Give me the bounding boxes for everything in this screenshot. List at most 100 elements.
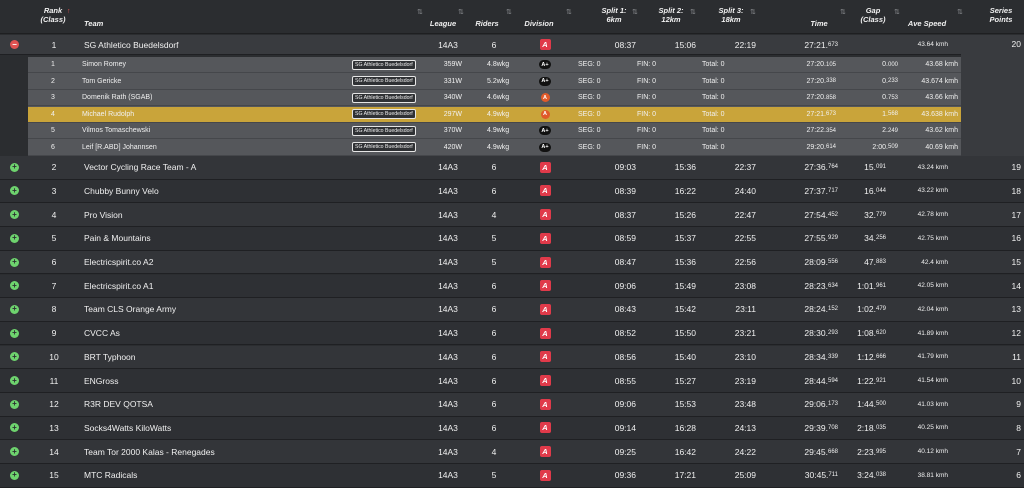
team-name[interactable]: SG Athletico Buedelsdorf — [84, 35, 384, 54]
team-row[interactable]: +7 Electricspirit.co A1 14A3 6 A 09:06 15:49 23… — [0, 274, 1024, 299]
collapse-toggle[interactable]: − — [10, 35, 20, 54]
team-row[interactable]: +14 Team Tor 2000 Kalas - Renegades 14A3 4 A… — [0, 440, 1024, 464]
rider-name[interactable]: Vilmos Tomaschewski — [82, 123, 282, 138]
rider-row[interactable]: 4 Michael Rudolph SG Athletico Buedelsdorf… — [28, 106, 961, 123]
plus-circle-icon[interactable]: + — [10, 304, 19, 314]
sort-icon[interactable]: ⇅ — [750, 8, 756, 16]
expand-toggle[interactable]: + — [10, 417, 20, 440]
team-tag-label: SG Athletico Buedelsdorf — [352, 142, 416, 153]
plus-circle-icon[interactable]: + — [10, 281, 19, 291]
expand-toggle[interactable]: + — [10, 298, 20, 321]
sort-icon[interactable]: ⇅ — [566, 8, 572, 16]
team-row-expanded[interactable]: − 1 SG Athletico Buedelsdorf 14A3 6 A 08… — [0, 35, 1024, 55]
plus-circle-icon[interactable]: + — [10, 162, 19, 172]
expand-toggle[interactable]: + — [10, 393, 20, 416]
expand-toggle[interactable]: + — [10, 251, 20, 274]
sort-icon[interactable]: ⇅ — [840, 8, 846, 16]
rider-row[interactable]: 6 Leif [R.ABD] Johannsen SG Athletico Bued… — [28, 140, 961, 156]
team-name[interactable]: BRT Typhoon — [84, 346, 384, 369]
sort-icon[interactable]: ⇅ — [894, 8, 900, 16]
plus-circle-icon[interactable]: + — [10, 328, 19, 338]
team-row[interactable]: +5 Pain & Mountains 14A3 5 A 08:59 15:37 22:55 2… — [0, 227, 1024, 251]
team-row[interactable]: +15 MTC Radicals 14A3 5 A 09:36 17:21 25:09 30:4… — [0, 464, 1024, 488]
split3-column-header[interactable]: Split 3: 18km — [713, 6, 749, 24]
speed-column-header[interactable]: Ave Speed — [905, 19, 949, 28]
team-row[interactable]: +9 CVCC As 14A3 6 A 08:52 15:50 23:21 28:30. 293 1… — [0, 321, 1024, 346]
team-row[interactable]: +2 Vector Cycling Race Team - A 14A3 6 A 09:0… — [0, 156, 1024, 180]
team-name[interactable]: Pro Vision — [84, 203, 384, 226]
expand-toggle[interactable]: + — [10, 156, 20, 179]
sort-icon[interactable]: ⇅ — [690, 8, 696, 16]
expand-toggle[interactable]: + — [10, 203, 20, 226]
expand-toggle[interactable]: + — [10, 440, 20, 463]
expand-toggle[interactable]: + — [10, 369, 20, 392]
team-row[interactable]: +4 Pro Vision 14A3 4 A 08:37 15:26 22:47 27:54. 4… — [0, 203, 1024, 227]
team-row[interactable]: +3 Chubby Bunny Velo 14A3 6 A 08:39 16:22 24:40… — [0, 179, 1024, 204]
series-points-column-header[interactable]: Series Points — [981, 6, 1021, 24]
sort-icon[interactable]: ⇅ — [632, 8, 638, 16]
team-row[interactable]: +13 Socks4Watts KiloWatts 14A3 6 A 09:14 16:28… — [0, 416, 1024, 441]
rider-detail-panel: 1 Simon Romey SG Athletico Buedelsdorf 359W… — [28, 57, 961, 156]
expand-toggle[interactable]: + — [10, 464, 20, 487]
rider-seg-points: SEG: 0 — [578, 77, 601, 85]
team-name[interactable]: Team Tor 2000 Kalas - Renegades — [84, 440, 384, 463]
team-name[interactable]: Electricspirit.co A2 — [84, 251, 384, 274]
sort-icon[interactable]: ⇅ — [458, 8, 464, 16]
league-column-header[interactable]: League — [428, 19, 458, 28]
rider-row[interactable]: 1 Simon Romey SG Athletico Buedelsdorf 359W… — [28, 57, 961, 74]
team-name[interactable]: MTC Radicals — [84, 464, 384, 487]
expand-toggle[interactable]: + — [10, 275, 20, 298]
expand-toggle[interactable]: + — [10, 227, 20, 250]
team-name[interactable]: Electricspirit.co A1 — [84, 275, 384, 298]
team-column-header[interactable]: Team — [84, 19, 103, 28]
sort-icon[interactable]: ⇅ — [417, 8, 423, 16]
rider-row[interactable]: 5 Vilmos Tomaschewski SG Athletico Buedels… — [28, 123, 961, 140]
gap-ms: 921 — [875, 377, 886, 384]
minus-circle-icon[interactable]: − — [10, 40, 19, 49]
split1-value: 08:55 — [614, 375, 636, 386]
rider-row[interactable]: 2 Tom Gericke SG Athletico Buedelsdorf 331W… — [28, 74, 961, 90]
rider-row[interactable]: 3 Domenik Rath (SGAB) SG Athletico Buedels… — [28, 90, 961, 107]
plus-circle-icon[interactable]: + — [10, 399, 19, 409]
team-name[interactable]: Vector Cycling Race Team - A — [84, 156, 384, 179]
plus-circle-icon[interactable]: + — [10, 470, 19, 480]
plus-circle-icon[interactable]: + — [10, 186, 19, 196]
rider-name[interactable]: Tom Gericke — [82, 74, 282, 89]
plus-circle-icon[interactable]: + — [10, 376, 19, 386]
expand-toggle[interactable]: + — [10, 180, 20, 203]
gap-column-header[interactable]: Gap (Class) — [855, 6, 891, 24]
rank-column-header[interactable]: Rank (Class) — [38, 6, 68, 24]
riders-column-header[interactable]: Riders — [472, 19, 502, 28]
team-name[interactable]: ENGross — [84, 369, 384, 392]
team-name[interactable]: Socks4Watts KiloWatts — [84, 417, 384, 440]
plus-circle-icon[interactable]: + — [10, 423, 19, 433]
split2-column-header[interactable]: Split 2: 12km — [653, 6, 689, 24]
expand-toggle[interactable]: + — [10, 346, 20, 369]
team-row[interactable]: +6 Electricspirit.co A2 14A3 5 A 08:47 15:36 22… — [0, 250, 1024, 275]
time-column-header[interactable]: Time — [804, 19, 834, 28]
team-name[interactable]: Team CLS Orange Army — [84, 298, 384, 321]
sort-icon[interactable]: ⇅ — [506, 8, 512, 16]
plus-circle-icon[interactable]: + — [10, 210, 19, 220]
team-name[interactable]: R3R DEV QOTSA — [84, 393, 384, 416]
team-name[interactable]: Chubby Bunny Velo — [84, 180, 384, 203]
team-row[interactable]: +8 Team CLS Orange Army 14A3 6 A 08:43 15:42 23… — [0, 298, 1024, 322]
team-row[interactable]: +11 ENGross 14A3 6 A 08:55 15:27 23:19 28:44. 594… — [0, 369, 1024, 393]
team-row[interactable]: +10 BRT Typhoon 14A3 6 A 08:56 15:40 23:10 28:34… — [0, 345, 1024, 370]
division-column-header[interactable]: Division — [522, 19, 556, 28]
split1-column-header[interactable]: Split 1: 6km — [596, 6, 632, 24]
plus-circle-icon[interactable]: + — [10, 233, 19, 243]
rider-name[interactable]: Simon Romey — [82, 57, 282, 72]
team-row[interactable]: +12 R3R DEV QOTSA 14A3 6 A 09:06 15:53 23:48 29:… — [0, 393, 1024, 417]
sort-asc-icon[interactable]: ↑ — [67, 8, 71, 15]
team-name[interactable]: Pain & Mountains — [84, 227, 384, 250]
team-name[interactable]: CVCC As — [84, 322, 384, 345]
plus-circle-icon[interactable]: + — [10, 447, 19, 457]
rider-name[interactable]: Leif [R.ABD] Johannsen — [82, 140, 282, 155]
sort-icon[interactable]: ⇅ — [957, 8, 963, 16]
rider-name[interactable]: Domenik Rath (SGAB) — [82, 90, 282, 105]
plus-circle-icon[interactable]: + — [10, 352, 19, 362]
rider-name[interactable]: Michael Rudolph — [82, 107, 282, 122]
expand-toggle[interactable]: + — [10, 322, 20, 345]
plus-circle-icon[interactable]: + — [10, 257, 19, 267]
